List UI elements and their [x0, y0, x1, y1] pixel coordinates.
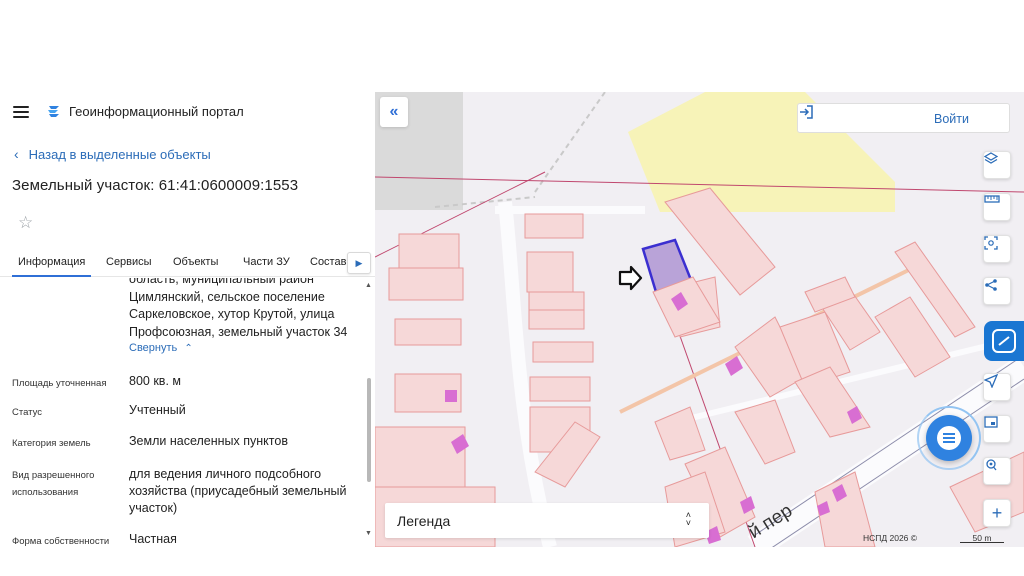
zoom-in-button[interactable]: +: [983, 499, 1011, 527]
tabs-scroll-right-button[interactable]: ▶: [347, 252, 371, 274]
ruler-button[interactable]: [983, 193, 1011, 221]
area-value: 800 кв. м: [129, 374, 181, 388]
chevron-up-icon: ⌃: [184, 343, 193, 354]
select-area-icon: [984, 236, 998, 250]
permitted-use-label: Вид разрешенного использования: [12, 470, 95, 498]
info-panel: Геоинформационный портал ‹ Назад в выдел…: [0, 92, 375, 547]
chat-button[interactable]: [926, 415, 972, 461]
scroll-up-icon[interactable]: ▲: [365, 282, 372, 289]
picture-in-picture-icon: [984, 416, 998, 428]
tab-composition[interactable]: Состав: [310, 256, 346, 268]
info-content: область, муниципальный район Цимлянский,…: [0, 278, 362, 547]
object-title: Земельный участок: 61:41:0600009:1553: [12, 177, 299, 194]
collapse-panel-button[interactable]: «: [380, 97, 408, 127]
locate-button[interactable]: [983, 373, 1011, 401]
layers-icon: [984, 152, 998, 164]
locate-icon: [984, 374, 998, 388]
chevron-up-down-icon: ˄ ˅: [685, 510, 691, 528]
scroll-down-icon[interactable]: ▼: [365, 530, 372, 537]
hamburger-menu-icon[interactable]: [13, 106, 29, 118]
status-label: Статус: [12, 407, 43, 418]
tab-parts[interactable]: Части ЗУ: [243, 256, 290, 268]
ownership-label: Форма собственности: [12, 536, 110, 547]
back-label: Назад в выделенные объекты: [28, 146, 211, 162]
login-icon: [800, 105, 813, 119]
chevron-right-icon: ▶: [355, 258, 363, 268]
portal-logo-icon: [48, 106, 59, 117]
panel-header: Геоинформационный портал: [0, 92, 375, 132]
status-value: Учтенный: [129, 403, 186, 417]
share-button[interactable]: [983, 277, 1011, 305]
copyright-label: НСПД 2026 ©: [863, 533, 918, 543]
pin-search-button[interactable]: [983, 457, 1011, 485]
arrow-right-icon: [618, 265, 643, 291]
select-area-button[interactable]: [983, 235, 1011, 263]
gosuslugi-button[interactable]: [984, 321, 1024, 361]
gosuslugi-icon: [992, 329, 1016, 353]
login-button[interactable]: Войти: [797, 103, 1010, 133]
land-category-value: Земли населенных пунктов: [129, 434, 288, 448]
ruler-icon: [984, 195, 1000, 203]
tab-objects[interactable]: Объекты: [173, 256, 218, 268]
picture-in-picture-button[interactable]: [983, 415, 1011, 443]
chat-icon: [937, 426, 961, 450]
zoom-in-icon: +: [991, 503, 1003, 523]
app-window: Геоинформационный портал ‹ Назад в выдел…: [0, 0, 1024, 576]
layers-button[interactable]: [983, 151, 1011, 179]
tab-services[interactable]: Сервисы: [106, 256, 152, 268]
ownership-value: Частная: [129, 532, 177, 546]
pin-search-icon: [986, 459, 997, 471]
collapse-link[interactable]: Свернуть ⌃: [129, 342, 193, 354]
tab-bar: Информация Сервисы Объекты Части ЗУ Сост…: [0, 247, 375, 277]
map-canvas[interactable]: й пер: [375, 92, 1024, 547]
legend-selector[interactable]: Легенда ˄ ˅: [385, 503, 709, 538]
portal-title: Геоинформационный портал: [69, 104, 244, 119]
scrollbar-thumb[interactable]: [367, 378, 371, 482]
panel-scrollbar[interactable]: ▲ ▼: [365, 282, 372, 544]
map-dashed-path: [534, 92, 606, 193]
scale-bar: 50 m: [960, 533, 1004, 543]
double-chevron-left-icon: «: [389, 103, 399, 120]
chevron-left-icon: ‹: [14, 146, 19, 162]
share-icon: [985, 279, 997, 291]
area-label: Площадь уточненная: [12, 378, 107, 389]
map-parcels: [375, 187, 1024, 547]
permitted-use-value: для ведения личного подсобного хозяйства…: [129, 467, 347, 515]
land-category-label: Категория земель: [12, 438, 91, 449]
back-to-selection-link[interactable]: ‹ Назад в выделенные объекты: [14, 146, 211, 162]
address-value: область, муниципальный район Цимлянский,…: [129, 278, 348, 339]
tab-information[interactable]: Информация: [11, 256, 92, 277]
map-view[interactable]: й пер « Войти + Легенда ˄ ˅ НСПД 2026 © …: [375, 92, 1024, 547]
star-icon[interactable]: ☆: [18, 213, 33, 233]
